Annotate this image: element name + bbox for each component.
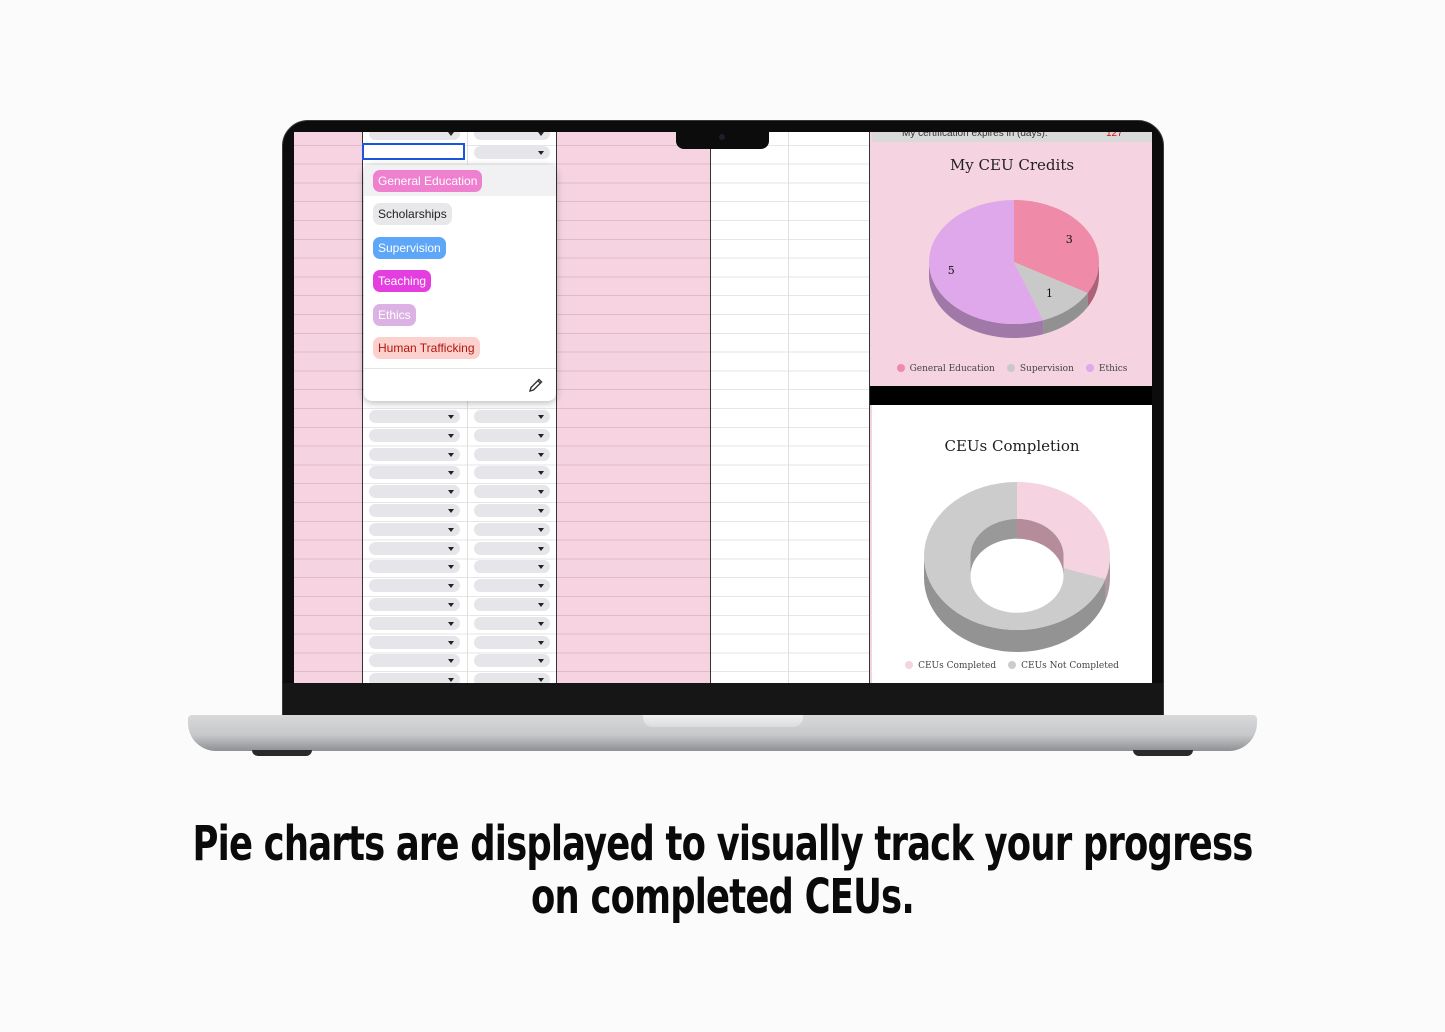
column-e[interactable]	[711, 132, 870, 683]
caption-line-1: Pie charts are displayed to visually tra…	[192, 816, 1254, 872]
laptop-foot	[1133, 750, 1193, 756]
legend-label: General Education	[909, 364, 995, 374]
dropdown-option[interactable]: Teaching	[373, 270, 432, 293]
camera-icon	[719, 134, 725, 140]
pie-data-label: 1	[1046, 287, 1053, 300]
category-select-chip[interactable]	[369, 617, 460, 630]
type-select-chip[interactable]	[474, 560, 550, 573]
category-select-chip[interactable]	[369, 560, 460, 573]
category-select-chip[interactable]	[369, 466, 460, 479]
type-select-chip[interactable]	[474, 598, 550, 611]
legend-dot-icon	[896, 364, 905, 372]
chart-title: My CEU Credits	[949, 156, 1075, 174]
type-select-chip[interactable]	[474, 429, 550, 442]
category-select-chip[interactable]	[369, 504, 460, 517]
category-select-chip[interactable]	[369, 673, 460, 683]
legend-item: General Education	[896, 364, 995, 374]
dropdown-option[interactable]: Ethics	[373, 303, 416, 326]
type-select-chip[interactable]	[474, 132, 550, 140]
category-select-chip[interactable]	[369, 654, 460, 667]
chart-legend: CEUs Completed CEUs Not Completed	[872, 661, 1152, 671]
column-divider	[362, 132, 363, 683]
pie-data-label: 3	[1066, 233, 1073, 246]
category-select-chip[interactable]	[369, 598, 460, 611]
category-select-chip[interactable]	[369, 132, 460, 140]
type-select-chip[interactable]	[474, 636, 550, 649]
legend-label: Supervision	[1019, 364, 1074, 374]
type-select-chip[interactable]	[474, 654, 550, 667]
certification-expiry-row: My certification expires in (days): 127	[872, 132, 1152, 142]
chart-legend: General Education Supervision Ethics	[872, 364, 1152, 374]
dropdown-option[interactable]: Scholarships	[373, 203, 452, 226]
legend-label: CEUs Not Completed	[1021, 661, 1119, 671]
column-divider	[869, 132, 870, 683]
pencil-icon[interactable]	[528, 377, 544, 393]
ceus-completion-donut	[924, 482, 1110, 652]
type-select-chip[interactable]	[474, 485, 550, 498]
category-select-chip[interactable]	[369, 448, 460, 461]
chart-title: CEUs Completion	[944, 437, 1080, 455]
column-a[interactable]	[294, 132, 362, 683]
laptop-foot	[252, 750, 312, 756]
dropdown-option[interactable]: Supervision	[373, 236, 446, 259]
category-select-chip[interactable]	[369, 429, 460, 442]
category-select-chip[interactable]	[369, 579, 460, 592]
caption: Pie charts are displayed to visually tra…	[130, 818, 1315, 924]
legend-label: Ethics	[1098, 364, 1128, 374]
type-select-chip[interactable]	[474, 466, 550, 479]
camera-notch	[676, 130, 769, 149]
legend-dot-icon	[1085, 364, 1094, 372]
ceu-credits-chart: My CEU Credits 3 1 5 General Education Supe…	[872, 142, 1152, 386]
category-select-chip[interactable]	[369, 523, 460, 536]
dropdown-option[interactable]: Human Trafficking	[373, 337, 480, 359]
category-select-chip[interactable]	[474, 146, 550, 159]
legend-dot-icon	[905, 661, 914, 669]
type-select-chip[interactable]	[474, 617, 550, 630]
ceu-credits-pie: 3 1 5	[929, 200, 1099, 338]
active-cell-input[interactable]	[362, 143, 465, 160]
category-select-chip[interactable]	[369, 636, 460, 649]
caption-line-2: on completed CEUs.	[531, 869, 915, 925]
type-select-chip[interactable]	[474, 504, 550, 517]
dropdown-separator	[364, 368, 556, 369]
legend-item: CEUs Not Completed	[1008, 661, 1119, 671]
certification-label: My certification expires in (days):	[902, 132, 1048, 139]
pie-data-label: 5	[948, 264, 955, 277]
category-select-chip[interactable]	[369, 410, 460, 423]
type-select-chip[interactable]	[474, 579, 550, 592]
ceus-completion-chart: CEUs Completion CEUs Completed CEUs Not C…	[872, 405, 1152, 683]
screen-bezel	[283, 683, 1163, 715]
type-select-chip[interactable]	[474, 673, 550, 683]
category-select-chip[interactable]	[369, 542, 460, 555]
legend-item: CEUs Completed	[905, 661, 996, 671]
legend-dot-icon	[1006, 364, 1015, 372]
spreadsheet-screen: General Education Scholarships Supervision…	[294, 132, 1152, 683]
type-select-chip[interactable]	[474, 523, 550, 536]
category-dropdown-menu: General Education Scholarships Supervision…	[364, 165, 556, 401]
column-divider	[710, 132, 711, 683]
type-select-chip[interactable]	[474, 410, 550, 423]
legend-label: CEUs Completed	[918, 661, 997, 671]
laptop-opening-notch	[643, 715, 803, 727]
certification-days-value: 127	[1106, 132, 1123, 139]
type-select-chip[interactable]	[474, 542, 550, 555]
legend-item: Ethics	[1085, 364, 1128, 374]
panel-separator	[870, 386, 1152, 405]
column-d[interactable]	[557, 132, 711, 683]
donut-hole	[970, 538, 1064, 613]
dropdown-option[interactable]: General Education	[373, 170, 483, 192]
column-divider	[788, 132, 789, 683]
legend-dot-icon	[1008, 661, 1017, 669]
type-select-chip[interactable]	[474, 448, 550, 461]
category-select-chip[interactable]	[369, 485, 460, 498]
legend-item: Supervision	[1006, 364, 1074, 374]
column-divider	[556, 132, 557, 683]
